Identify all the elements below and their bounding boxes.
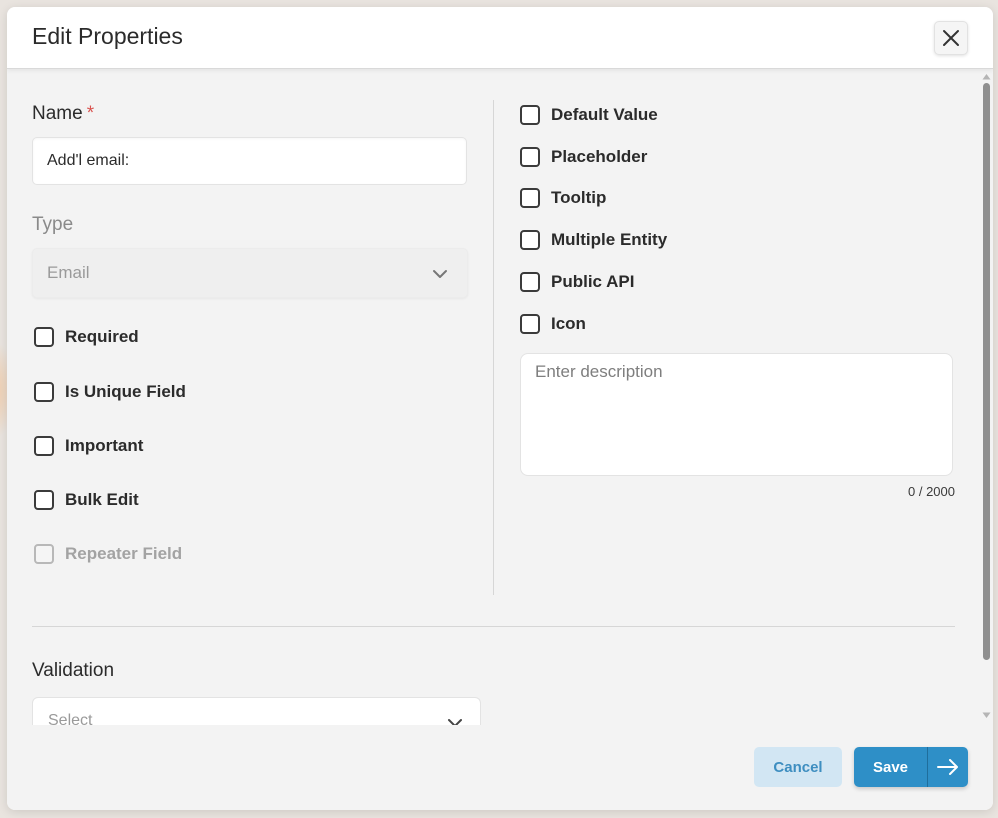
checkbox-label: Important <box>65 436 144 455</box>
scroll-down-arrow-icon[interactable] <box>982 712 991 719</box>
checkbox-box[interactable] <box>34 436 54 456</box>
scrollbar-thumb[interactable] <box>983 83 990 660</box>
checkbox-box[interactable] <box>520 314 540 334</box>
cancel-button[interactable]: Cancel <box>754 747 842 787</box>
type-label: Type <box>32 214 74 235</box>
description-placeholder: Enter description <box>535 362 663 381</box>
checkbox-box[interactable] <box>520 105 540 125</box>
dialog-footer <box>7 725 993 810</box>
dialog-title: Edit Properties <box>32 23 183 49</box>
edit-properties-dialog: Edit Properties Name * Add'l email: Type … <box>7 7 993 810</box>
scroll-up-arrow-icon[interactable] <box>982 73 991 80</box>
checkbox-label: Default Value <box>551 105 658 124</box>
checkbox-label: Icon <box>551 314 586 333</box>
checkbox-bulk-edit[interactable]: Bulk Edit <box>34 489 139 511</box>
section-divider <box>32 626 955 627</box>
checkbox-public-api[interactable]: Public API <box>520 271 634 293</box>
checkbox-label: Tooltip <box>551 188 607 207</box>
name-label-text: Name <box>32 103 83 124</box>
checkbox-icon[interactable]: Icon <box>520 313 586 335</box>
checkbox-label: Placeholder <box>551 147 648 166</box>
checkbox-box[interactable] <box>34 382 54 402</box>
checkbox-label: Bulk Edit <box>65 490 139 509</box>
chevron-down-icon <box>448 719 462 725</box>
save-and-next-button[interactable] <box>928 747 968 787</box>
column-divider <box>493 100 494 595</box>
type-select-value: Email <box>47 263 90 282</box>
name-input-value: Add'l email: <box>47 152 130 169</box>
checkbox-box-disabled <box>34 544 54 564</box>
description-textarea[interactable]: Enter description <box>520 353 953 476</box>
description-char-counter: 0 / 2000 <box>908 484 955 499</box>
checkbox-box[interactable] <box>520 230 540 250</box>
arrow-right-icon <box>937 759 958 775</box>
close-icon <box>943 30 959 46</box>
checkbox-default-value[interactable]: Default Value <box>520 104 658 126</box>
checkbox-multiple-entity[interactable]: Multiple Entity <box>520 229 667 251</box>
checkbox-label: Repeater Field <box>65 544 183 563</box>
dialog-header: Edit Properties <box>7 7 993 69</box>
close-button[interactable] <box>934 21 968 55</box>
save-button[interactable]: Save <box>854 747 927 787</box>
checkbox-box[interactable] <box>520 147 540 167</box>
checkbox-is-unique-field[interactable]: Is Unique Field <box>34 381 186 403</box>
validation-select[interactable]: Select <box>32 697 481 725</box>
checkbox-important[interactable]: Important <box>34 435 143 457</box>
checkbox-placeholder[interactable]: Placeholder <box>520 146 647 168</box>
checkbox-box[interactable] <box>34 490 54 510</box>
checkbox-tooltip[interactable]: Tooltip <box>520 187 606 209</box>
checkbox-label: Is Unique Field <box>65 382 186 401</box>
validation-label: Validation <box>32 660 115 681</box>
checkbox-box[interactable] <box>34 327 54 347</box>
required-star: * <box>86 103 95 124</box>
name-label: Name * <box>32 103 94 125</box>
save-button-group: Save <box>854 747 968 787</box>
name-input[interactable]: Add'l email: <box>32 137 467 185</box>
chevron-down-icon <box>433 270 447 278</box>
checkbox-label: Public API <box>551 272 635 291</box>
checkbox-label: Required <box>65 327 139 346</box>
type-select: Email <box>32 248 468 298</box>
checkbox-repeater-field: Repeater Field <box>34 543 182 565</box>
validation-select-placeholder: Select <box>48 712 93 725</box>
vertical-scrollbar[interactable] <box>980 69 993 725</box>
checkbox-label: Multiple Entity <box>551 230 668 249</box>
checkbox-box[interactable] <box>520 188 540 208</box>
checkbox-box[interactable] <box>520 272 540 292</box>
checkbox-required[interactable]: Required <box>34 326 139 348</box>
